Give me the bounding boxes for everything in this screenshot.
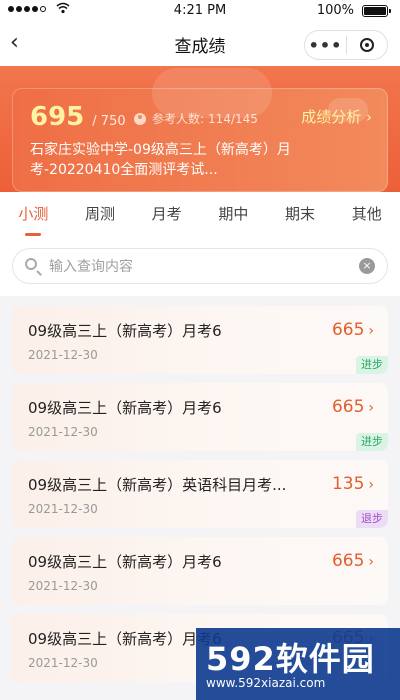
score-query-page: 4:21 PM 100% ‹ 查成绩 ••• 695 / 750 参考人数: 1…: [0, 0, 400, 700]
exam-score: 665›: [332, 320, 374, 340]
exam-list-item[interactable]: 09级高三上（新高考）月考6 2021-12-30 665›: [12, 537, 388, 605]
more-icon[interactable]: •••: [305, 36, 346, 55]
total-score: 695: [30, 102, 85, 132]
watermark-logo: 592软件园: [206, 640, 375, 678]
exam-score: 665›: [332, 397, 374, 417]
watermark-url: www.592xiazai.com: [206, 676, 326, 690]
mini-program-capsule: •••: [304, 30, 388, 60]
exam-date: 2021-12-30: [28, 579, 98, 593]
status-bar: 4:21 PM 100%: [0, 0, 400, 22]
trend-badge: 退步: [356, 510, 388, 528]
exam-name: 09级高三上（新高考）月考6: [28, 553, 222, 571]
search-icon: [25, 258, 37, 270]
chevron-right-icon: ›: [368, 554, 374, 570]
exam-score-value: 665: [331, 397, 365, 417]
clear-icon[interactable]: ×: [359, 258, 375, 274]
exam-name: 09级高三上（新高考）月考6: [28, 399, 222, 417]
chevron-right-icon: ›: [368, 400, 374, 416]
exam-list-item[interactable]: 09级高三上（新高考）英语科目月考... 2021-12-30 135 › 退步: [12, 460, 388, 528]
tab-2[interactable]: 月考: [133, 192, 200, 238]
exam-score: 135 ›: [332, 474, 374, 494]
exam-score-value: 135: [331, 474, 365, 494]
battery-percent: 100%: [316, 3, 354, 18]
search-section: ×: [0, 238, 400, 296]
exam-list-item[interactable]: 09级高三上（新高考）月考6 2021-12-30 665 › 进步: [12, 306, 388, 374]
navigation-bar: ‹ 查成绩 •••: [0, 22, 400, 66]
participants-value: 114/145: [208, 111, 258, 126]
exam-date: 2021-12-30: [28, 502, 98, 516]
chevron-right-icon: ›: [368, 323, 374, 339]
exam-date: 2021-12-30: [28, 425, 98, 439]
exam-score-value: 665: [331, 551, 365, 571]
exam-title: 石家庄实验中学-09级高三上（新高考）月考-20220410全面测评考试...: [30, 142, 291, 178]
chevron-right-icon: ›: [368, 477, 374, 493]
latest-score-card[interactable]: 695 / 750 参考人数: 114/145 成绩分析 › 石家庄实验中学-0…: [12, 68, 388, 192]
search-box[interactable]: ×: [12, 248, 388, 284]
exam-name: 09级高三上（新高考）英语科目月考...: [28, 476, 287, 494]
site-watermark: 592软件园 www.592xiazai.com: [196, 628, 400, 700]
tab-3[interactable]: 期中: [200, 192, 267, 238]
exam-name: 09级高三上（新高考）月考6: [28, 322, 222, 340]
full-score: / 750: [92, 114, 126, 129]
tab-1[interactable]: 周测: [67, 192, 134, 238]
battery-icon: [362, 5, 391, 17]
close-target-icon[interactable]: [347, 38, 387, 52]
tab-5[interactable]: 其他: [333, 192, 400, 238]
participants-info: 参考人数: 114/145: [134, 110, 258, 127]
tab-4[interactable]: 期末: [267, 192, 334, 238]
exam-date: 2021-12-30: [28, 656, 98, 670]
exam-score-value: 665: [331, 320, 365, 340]
exam-score: 665›: [332, 551, 374, 571]
participants-label: 参考人数:: [152, 112, 205, 126]
score-line: 695 / 750: [30, 102, 126, 132]
exam-type-tabs: 小测 周测 月考 期中 期末 其他: [0, 192, 400, 238]
trend-badge: 进步: [356, 356, 388, 374]
search-input[interactable]: [47, 255, 341, 279]
person-icon: [134, 112, 146, 125]
score-analysis-link[interactable]: 成绩分析 ›: [301, 106, 372, 127]
tab-0[interactable]: 小测: [0, 192, 67, 238]
trend-badge: 进步: [356, 433, 388, 451]
exam-date: 2021-12-30: [28, 348, 98, 362]
exam-list-item[interactable]: 09级高三上（新高考）月考6 2021-12-30 665 › 进步: [12, 383, 388, 451]
